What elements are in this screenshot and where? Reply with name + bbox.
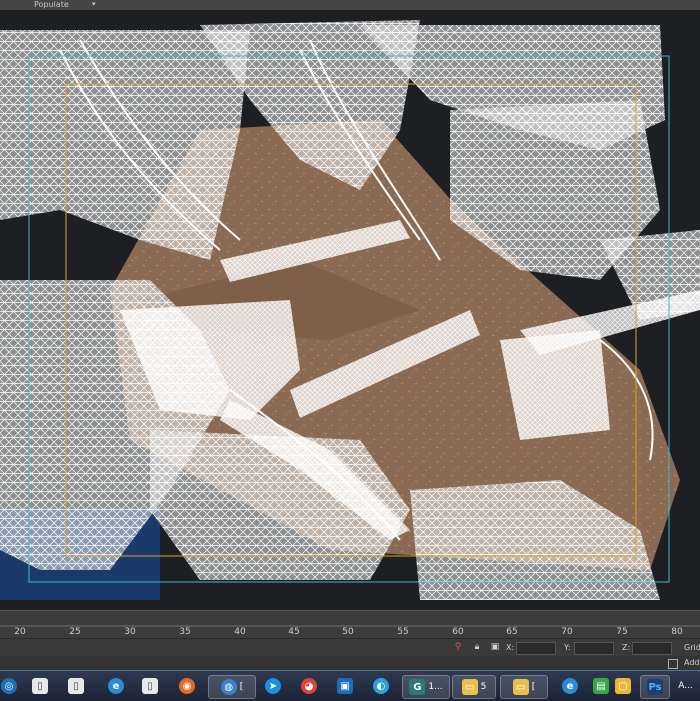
top-menu-strip: Populate ▾ (0, 0, 700, 10)
tick-label: 40 (234, 627, 246, 637)
document-icon: ▯ (68, 678, 84, 694)
window-icon: ▣ (337, 678, 353, 694)
x-coordinate-field[interactable] (516, 642, 556, 655)
tick-label: 75 (616, 627, 628, 637)
start-orb-icon: ◎ (1, 678, 17, 694)
tick-label: 65 (506, 627, 518, 637)
taskbar-app-globe[interactable]: ◍ [ (208, 675, 256, 699)
app-icon: ▤ (593, 678, 609, 694)
taskbar-document[interactable]: ▯ (30, 675, 50, 697)
max-icon: G (409, 679, 426, 695)
taskbar-photoshop[interactable]: Ps (640, 675, 670, 699)
folder-icon: ▭ (512, 679, 529, 695)
document-icon: ▯ (142, 678, 158, 694)
tick-label: 35 (179, 627, 191, 637)
add-time-tag-button[interactable]: Add (684, 658, 700, 667)
taskbar-folder-5[interactable]: ▭ 5 (452, 675, 496, 699)
firefox-icon: ◉ (179, 678, 195, 694)
tick-label: 30 (124, 627, 136, 637)
taskbar-app-a[interactable]: A... (668, 675, 700, 697)
y-coordinate-field[interactable] (574, 642, 614, 655)
transform-mode-icon[interactable]: ▣ (490, 642, 500, 652)
wireframe-scene (0, 10, 700, 610)
time-slider-ruler[interactable]: 20 25 30 35 40 45 50 55 60 65 70 75 80 (0, 610, 700, 639)
tick-label: 45 (288, 627, 300, 637)
tick-label: 55 (397, 627, 409, 637)
swift-icon: ➤ (265, 678, 281, 694)
taskbar-firefox[interactable]: ◉ (176, 675, 198, 697)
taskbar-document-2[interactable]: ▯ (66, 675, 86, 697)
taskbar-3dsmax[interactable]: G 1... (402, 675, 450, 699)
tick-label: 50 (342, 627, 354, 637)
folder-icon: ▭ (461, 679, 478, 695)
tick-label: 60 (452, 627, 464, 637)
ie-icon: e (562, 678, 578, 694)
taskbar-chrome[interactable]: ◕ (298, 675, 320, 697)
globe-icon: ◍ (220, 679, 237, 695)
taskbar-label: 1... (428, 682, 443, 692)
populate-menu[interactable]: Populate (34, 0, 69, 9)
tick-label: 25 (69, 627, 81, 637)
grid-label: Grid (684, 643, 700, 652)
document-icon: ▯ (32, 678, 48, 694)
photoshop-icon: Ps (647, 679, 663, 695)
taskbar-ie-2[interactable]: e (558, 675, 582, 697)
tick-label: 20 (14, 627, 26, 637)
windows-taskbar: ◎ ▯ ▯ e ▯ ◉ ◍ [ ➤ ◕ ▣ ◐ G 1... ▭ 5 ▭ [ e (0, 670, 700, 701)
pin-icon[interactable]: ⚲ (453, 642, 463, 652)
x-label: X: (506, 643, 515, 652)
taskbar-label: [ (239, 682, 244, 692)
taskbar-label: A... (678, 681, 693, 691)
tick-label: 70 (561, 627, 573, 637)
taskbar-folder[interactable]: ▭ [ (500, 675, 548, 699)
populate-dropdown-icon[interactable]: ▾ (92, 0, 96, 8)
key-filter-icon[interactable] (668, 659, 678, 669)
lock-icon[interactable]: 🔒︎ (472, 642, 482, 652)
taskbar-app-blue[interactable]: ➤ (262, 675, 284, 697)
frame-icon: ▢ (615, 678, 631, 694)
taskbar-document-3[interactable]: ▯ (140, 675, 160, 697)
ie-icon: e (108, 678, 124, 694)
taskbar-app-frame[interactable]: ▢ (612, 675, 634, 697)
taskbar-label: [ (531, 682, 536, 692)
status-bar: ⚲ 🔒︎ ▣ X: Y: Z: Grid (0, 638, 700, 657)
taskbar-label: 5 (480, 682, 487, 692)
taskbar-app-green[interactable]: ▤ (590, 675, 612, 697)
taskbar-app-window[interactable]: ▣ (334, 675, 356, 697)
taskbar-app-circle[interactable]: ◐ (370, 675, 392, 697)
perspective-viewport[interactable] (0, 10, 700, 610)
status-bar-secondary: Add (0, 656, 700, 670)
z-coordinate-field[interactable] (632, 642, 672, 655)
circle-app-icon: ◐ (373, 678, 389, 694)
chrome-icon: ◕ (301, 678, 317, 694)
y-label: Y: (564, 643, 571, 652)
z-label: Z: (622, 643, 631, 652)
taskbar-internet-explorer[interactable]: e (104, 675, 128, 697)
tick-label: 80 (671, 627, 683, 637)
start-button[interactable]: ◎ (0, 675, 18, 697)
